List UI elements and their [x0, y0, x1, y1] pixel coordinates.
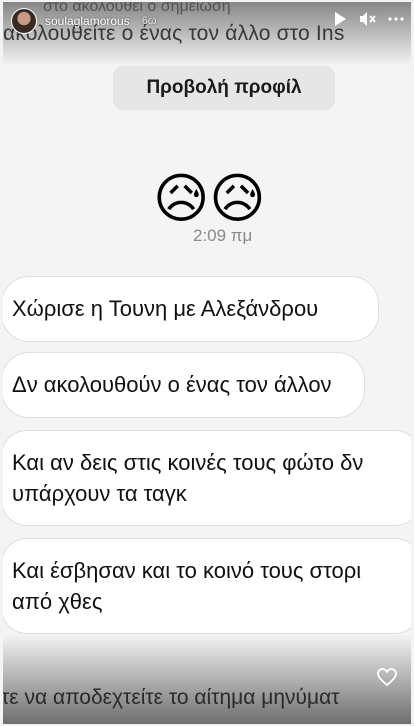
time-ago: 6ω: [141, 15, 157, 27]
message-text: Και έσβησαν και το κοινό τους στορι: [12, 558, 362, 583]
message-text: Και αν δεις στις κοινές τους φώτο δν: [12, 450, 364, 475]
username[interactable]: soulaglamorous: [45, 14, 130, 28]
message-bubble[interactable]: Δν ακολουθούν ο ένας τον άλλον: [3, 352, 365, 418]
message-text: υπάρχουν τα ταγκ: [12, 481, 187, 506]
heart-icon[interactable]: [377, 668, 397, 691]
mute-icon[interactable]: [359, 10, 377, 28]
story-frame: στο ακολουθεί ο σημείωση ακολουθείτε ο έ…: [0, 0, 414, 726]
view-profile-button[interactable]: Προβολή προφίλ: [113, 66, 335, 110]
avatar[interactable]: [11, 8, 37, 34]
story-controls: [331, 10, 405, 28]
play-icon[interactable]: [331, 10, 349, 28]
message-text: Δν ακολουθούν ο ένας τον άλλον: [12, 372, 332, 397]
story-screen[interactable]: στο ακολουθεί ο σημείωση ακολουθείτε ο έ…: [3, 2, 411, 724]
message-text: από χθες: [12, 589, 103, 614]
bottom-gradient: [3, 634, 411, 724]
story-header: soulaglamorous 6ω: [11, 8, 156, 34]
message-bubble[interactable]: Και αν δεις στις κοινές τους φώτο δν υπά…: [3, 430, 411, 526]
message-bubble[interactable]: Χώρισε η Τουνη με Αλεξάνδρου: [3, 276, 379, 342]
message-bubble[interactable]: Και έσβησαν και το κοινό τους στορι από …: [3, 538, 411, 634]
message-timestamp: 2:09 πμ: [193, 226, 253, 245]
background-text-bottom: τε να αποδεχτείτε το αίτημα μηνύματ: [3, 686, 340, 709]
message-text: Χώρισε η Τουνη με Αλεξάνδρου: [12, 296, 319, 321]
sad-emoji-message: 😥😥: [153, 169, 266, 229]
more-icon[interactable]: [387, 10, 405, 28]
